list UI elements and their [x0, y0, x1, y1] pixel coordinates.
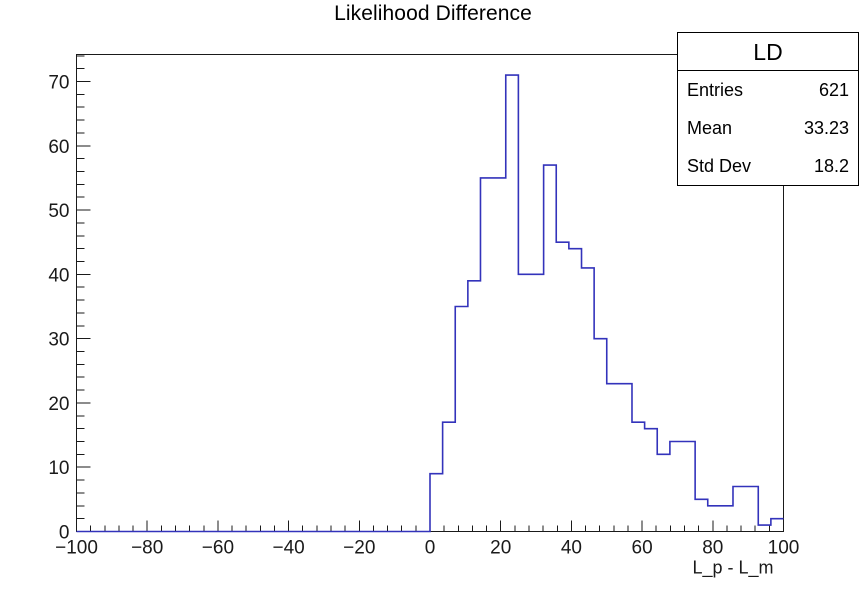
y-tick-label: 10: [48, 458, 69, 479]
stats-value-mean: 33.23: [803, 118, 849, 138]
x-tick-label: 60: [632, 538, 653, 559]
stats-row-entries: Entries 621: [678, 71, 858, 109]
x-tick-label: −20: [343, 538, 375, 559]
stats-row-stddev: Std Dev 18.2: [678, 147, 858, 185]
y-tick-label: 0: [59, 523, 70, 544]
x-tick-label: −60: [202, 538, 234, 559]
x-tick-label: 80: [702, 538, 723, 559]
root-canvas: Likelihood Difference −100 −80 −60 −40 −20 0 2…: [0, 0, 866, 591]
y-tick-label: 70: [48, 73, 69, 94]
y-tick-label: 40: [48, 265, 69, 286]
stats-row-mean: Mean 33.23: [678, 109, 858, 147]
stats-value-entries: 621: [818, 80, 849, 100]
y-tick-label: 20: [48, 394, 69, 415]
stats-label-mean: Mean: [687, 118, 733, 138]
stats-label-stddev: Std Dev: [687, 156, 752, 176]
x-tick-label: −80: [131, 538, 163, 559]
x-tick-label: 0: [425, 538, 436, 559]
stats-label-entries: Entries: [687, 80, 744, 100]
y-tick-label: 60: [48, 137, 69, 158]
x-tick-label: 20: [490, 538, 511, 559]
y-tick-label: 30: [48, 330, 69, 351]
stats-box-title: LD: [678, 33, 858, 71]
stats-value-stddev: 18.2: [813, 156, 849, 176]
x-tick-label: −40: [272, 538, 304, 559]
x-tick-label: 100: [768, 538, 800, 559]
x-tick-label: 40: [561, 538, 582, 559]
x-axis-title: L_p - L_m: [692, 558, 773, 579]
y-tick-label: 50: [48, 201, 69, 222]
statistics-box[interactable]: LD Entries 621 Mean 33.23 Std Dev 18.2: [677, 32, 859, 186]
